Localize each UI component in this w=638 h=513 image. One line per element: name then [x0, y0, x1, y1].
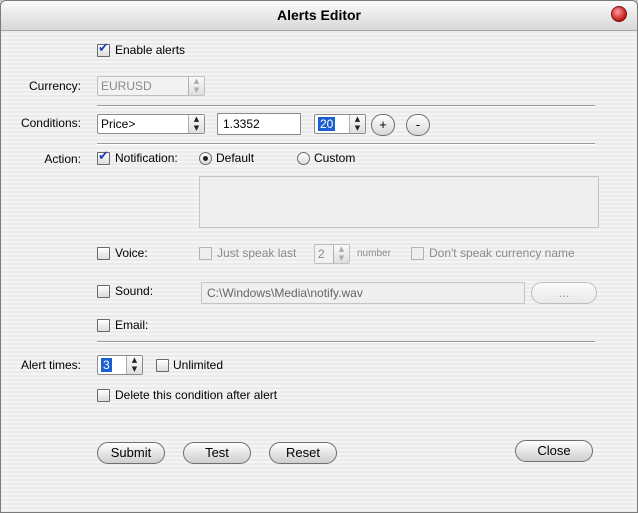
separator [97, 341, 595, 343]
condition-value-input[interactable]: 1.3352 [217, 113, 301, 135]
title-bar[interactable]: Alerts Editor [1, 1, 637, 31]
email-checkbox[interactable] [97, 319, 110, 332]
alert-times-value: 3 [101, 358, 112, 372]
voice-checkbox[interactable] [97, 247, 110, 260]
dont-speak-currency-checkbox[interactable] [411, 247, 424, 260]
close-button[interactable]: Close [515, 440, 593, 462]
speak-count-select[interactable]: 2 ▲ ▼ [314, 244, 350, 264]
browse-sound-button[interactable]: ... [531, 282, 597, 304]
window-title: Alerts Editor [276, 7, 361, 23]
chevron-updown-icon: ▲ ▼ [188, 77, 204, 95]
default-label: Default [216, 151, 255, 165]
chevron-updown-icon: ▲ ▼ [349, 115, 365, 133]
delete-after-alert-checkbox[interactable] [97, 389, 110, 402]
sound-path-input[interactable]: C:\Windows\Media\notify.wav [201, 282, 525, 304]
just-speak-last-label: Just speak last [217, 246, 297, 260]
unlimited-label: Unlimited [173, 358, 224, 372]
voice-label: Voice: [115, 246, 148, 260]
notification-label: Notification: [115, 151, 178, 165]
separator [97, 105, 595, 107]
currency-label: Currency: [28, 79, 81, 93]
delete-after-alert-label: Delete this condition after alert [115, 388, 278, 402]
add-condition-button[interactable]: + [371, 114, 395, 136]
email-label: Email: [115, 318, 149, 332]
unlimited-checkbox[interactable] [156, 359, 169, 372]
currency-select[interactable]: EURUSD ▲ ▼ [97, 76, 205, 96]
sound-checkbox[interactable] [97, 285, 110, 298]
enable-alerts-label: Enable alerts [115, 43, 186, 57]
chevron-updown-icon: ▲ ▼ [188, 115, 204, 133]
enable-alerts-checkbox[interactable] [97, 41, 110, 57]
default-radio[interactable] [199, 152, 212, 165]
close-window-icon[interactable] [611, 6, 627, 22]
condition-count-value: 20 [318, 117, 336, 131]
number-label: number [357, 248, 391, 259]
chevron-updown-icon: ▲ ▼ [333, 245, 349, 263]
condition-count-select[interactable]: 20 ▲ ▼ [314, 114, 366, 134]
custom-notification-textarea[interactable] [199, 176, 599, 228]
reset-button[interactable]: Reset [269, 442, 337, 464]
alert-times-label: Alert times: [20, 358, 81, 372]
sound-label: Sound: [115, 284, 154, 298]
test-button[interactable]: Test [183, 442, 251, 464]
condition-field-value: Price> [101, 117, 136, 131]
alert-times-select[interactable]: 3 ▲ ▼ [97, 355, 143, 375]
condition-field-select[interactable]: Price> ▲ ▼ [97, 114, 205, 134]
conditions-label: Conditions: [20, 116, 81, 130]
remove-condition-button[interactable]: - [406, 114, 430, 136]
chevron-updown-icon: ▲ ▼ [126, 356, 142, 374]
alerts-editor-window: Alerts Editor Enable alerts Currency: EU… [0, 0, 638, 513]
action-label: Action: [44, 152, 81, 166]
notification-checkbox[interactable] [97, 149, 110, 165]
submit-button[interactable]: Submit [97, 442, 165, 464]
custom-label: Custom [314, 151, 356, 165]
currency-value: EURUSD [101, 79, 152, 93]
separator [97, 143, 595, 145]
just-speak-last-checkbox[interactable] [199, 247, 212, 260]
speak-count-value: 2 [318, 247, 325, 261]
dont-speak-currency-label: Don't speak currency name [429, 246, 575, 260]
custom-radio[interactable] [297, 152, 310, 165]
